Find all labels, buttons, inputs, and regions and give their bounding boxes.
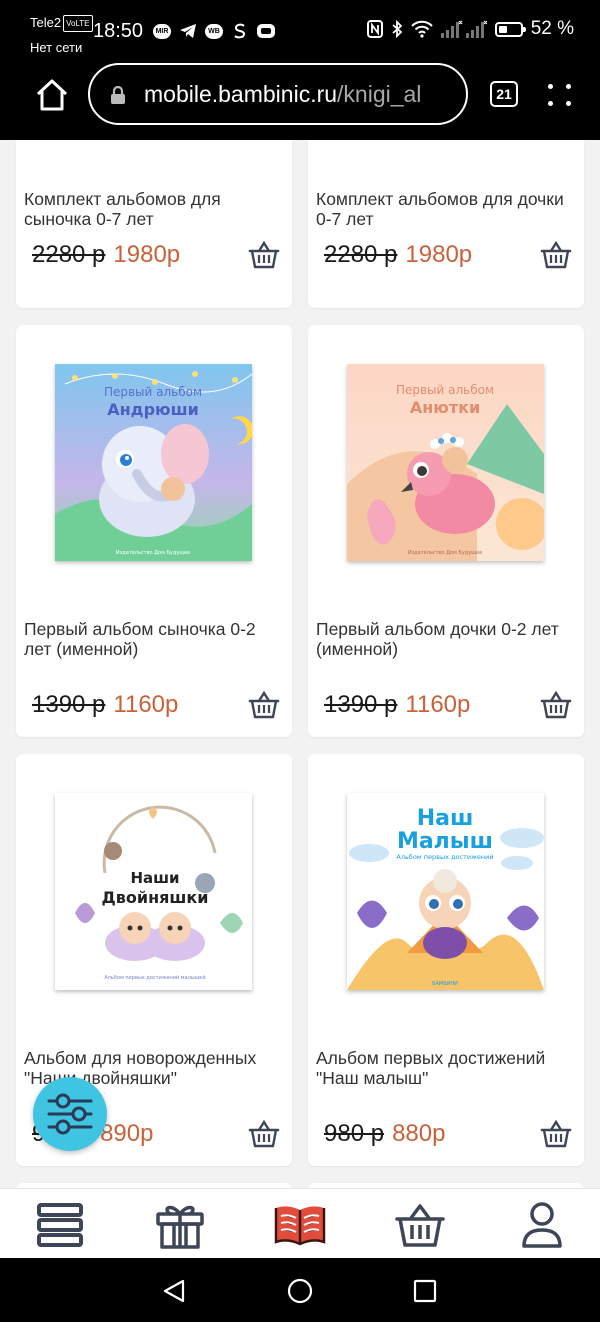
tabs-button[interactable]: 21 [490,81,518,107]
home-circle-icon[interactable] [286,1277,314,1305]
old-price: 1390 р [324,691,398,718]
price: 2280 р 1980р [324,238,472,272]
telegram-icon [178,22,198,40]
price: 1390 р 1160р [324,688,470,722]
system-navigation-bar [0,1258,600,1322]
bottom-navigation [0,1188,600,1259]
home-button[interactable] [34,78,70,112]
product-card[interactable]: Первый альбом Анютки Издательство Дом Бу… [308,325,584,737]
product-card[interactable]: Комплект альбомов для сыночка 0-7 лет 22… [16,140,292,308]
price: 2280 р 1980р [32,238,180,272]
basket-icon[interactable] [540,689,572,721]
cover-footer: БАМБИНИ [432,981,458,987]
new-price: 1980р [405,241,473,268]
basket-icon[interactable] [248,1118,280,1150]
cast-icon [256,22,276,40]
home-icon [36,79,68,111]
browser-menu-button[interactable] [548,82,572,108]
cover-title-line-2: Андрюши [107,400,199,419]
nav-catalog-menu[interactable] [30,1199,90,1251]
cover-title-line-2: Анютки [410,398,480,417]
basket-icon [395,1204,445,1247]
nav-gifts[interactable] [150,1199,210,1251]
product-title[interactable]: Комплект альбомов для дочки 0-7 лет [316,189,576,229]
old-price: 1390 р [32,691,106,718]
product-cover-image[interactable]: Наш Малыш Альбом первых достижений БАМБИ… [347,793,544,990]
product-card[interactable]: Наш Малыш Альбом первых достижений БАМБИ… [308,754,584,1166]
new-price: 880р [392,1120,446,1147]
basket-icon[interactable] [248,239,280,271]
recents-icon[interactable] [413,1279,437,1303]
new-price: 1160р [405,691,471,718]
url-text: mobile.bambinic.ru/knigi_al [144,81,421,108]
signal-icon [440,20,487,38]
cover-title-line-1: Первый альбом [104,385,202,399]
basket-icon[interactable] [540,1118,572,1150]
product-cover-image[interactable]: Первый альбом Анютки Издательство Дом Бу… [347,364,544,561]
gift-icon [156,1205,204,1249]
cover-title-line-1: Первый альбом [396,383,494,397]
product-title[interactable]: Первый альбом дочки 0-2 лет (именной) [316,619,576,659]
basket-icon[interactable] [540,239,572,271]
network-status: Нет сети [30,40,83,55]
status-bar: Tele2 VoLTE Нет сети 18:50 MIR WB 52 % [0,0,600,60]
menu-icon [37,1203,83,1247]
filter-button[interactable] [33,1077,107,1151]
cover-title-line-2: Малыш [397,829,493,854]
sliders-icon [47,1093,93,1135]
nav-profile[interactable] [512,1199,572,1251]
product-card[interactable]: Комплект альбомов для дочки 0-7 лет 2280… [308,140,584,308]
cover-title-line-2: Двойняшки [102,888,209,907]
old-price: 2280 р [32,241,106,268]
product-title[interactable]: Альбом первых достижений "Наш малыш" [316,1048,576,1088]
battery-icon [494,21,526,37]
basket-icon[interactable] [248,689,280,721]
new-price: 1980р [113,241,181,268]
notification-icons: MIR WB [152,22,276,40]
cover-footer: Альбом первых достижений малышей [104,974,205,981]
product-title[interactable]: Комплект альбомов для сыночка 0-7 лет [24,189,284,229]
url-path: /knigi_al [337,81,422,107]
new-price: 1160р [113,691,179,718]
nfc-icon [366,20,383,38]
product-card[interactable]: Первый альбом Андрюши Издательство Дом Б… [16,325,292,737]
carrier-info: Tele2 VoLTE Нет сети [30,15,93,55]
book-icon [274,1206,326,1246]
user-icon [522,1202,562,1248]
product-cover-image[interactable]: Первый альбом Андрюши Издательство Дом Б… [55,364,252,561]
bluetooth-icon [392,20,403,38]
cover-subtitle: Альбом первых достижений [396,853,493,861]
product-grid: Комплект альбомов для сыночка 0-7 лет 22… [0,140,600,1190]
product-title[interactable]: Первый альбом сыночка 0-2 лет (именной) [24,619,284,659]
wifi-icon [410,20,433,38]
nav-cart[interactable] [390,1199,450,1251]
lock-icon [111,85,125,104]
old-price: 2280 р [324,241,398,268]
url-domain: mobile.bambinic.ru [144,81,338,107]
clock: 18:50 [93,20,144,42]
mir-app-icon: MIR [152,22,172,40]
cover-title-line-1: Наши [130,869,179,887]
carrier-name: Tele2 [30,15,62,30]
price: 1390 р 1160р [32,688,178,722]
price: 980 р 880р [324,1117,445,1151]
product-cover-image[interactable]: Наши Двойняшки Альбом первых достижений … [55,793,252,990]
wb-app-icon: WB [204,22,224,40]
cover-title-line-1: Наш [417,806,474,831]
new-price: 890р [100,1120,154,1147]
battery-percent: 52 % [530,18,574,39]
nav-books[interactable] [270,1199,330,1251]
system-status: 52 % [366,18,574,40]
sbp-icon [230,22,250,40]
back-icon[interactable] [161,1278,187,1304]
volte-badge: VoLTE [63,15,93,32]
address-bar[interactable]: mobile.bambinic.ru/knigi_al [88,63,468,125]
cover-footer: Издательство Дом Будущее [116,550,190,556]
old-price: 980 р [324,1120,385,1147]
cover-footer: Издательство Дом Будущее [408,550,482,556]
browser-toolbar: mobile.bambinic.ru/knigi_al 21 [0,60,600,140]
